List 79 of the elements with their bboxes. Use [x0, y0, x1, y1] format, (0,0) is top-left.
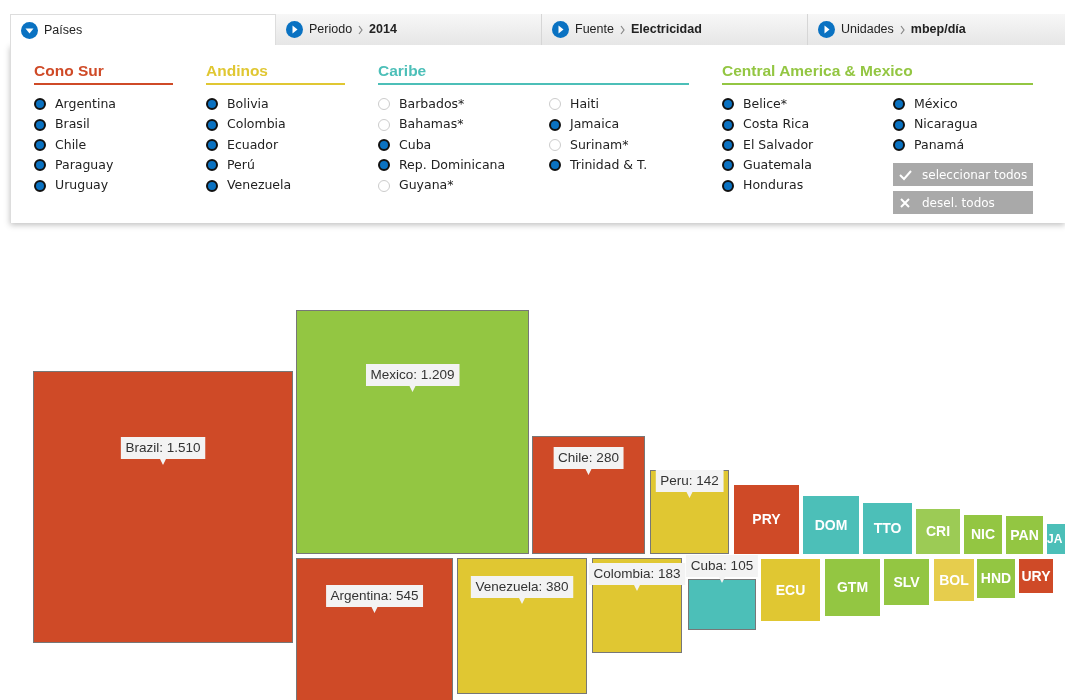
- country-square: NIC: [964, 515, 1002, 554]
- country-square: URY: [1019, 559, 1053, 593]
- country-label[interactable]: Barbados*: [399, 94, 465, 114]
- country-label[interactable]: Paraguay: [55, 156, 114, 175]
- country-label[interactable]: Costa Rica: [743, 115, 810, 134]
- country-square: HND: [977, 559, 1015, 598]
- country-label[interactable]: Chile: [55, 135, 87, 155]
- country-square: SLV: [884, 559, 929, 605]
- country-square: JA: [1047, 524, 1065, 554]
- country-label[interactable]: México: [914, 94, 958, 114]
- radio-button[interactable]: [893, 138, 905, 151]
- radio-button[interactable]: [722, 118, 734, 131]
- filter-tab[interactable]: Fuente Electricidad: [542, 14, 808, 45]
- country-label[interactable]: Bolivia: [227, 94, 269, 114]
- country-square: PAN: [1006, 516, 1043, 554]
- country-square: ECU: [761, 559, 820, 621]
- expanded-icon: [21, 21, 38, 39]
- collapsed-icon: [286, 21, 303, 38]
- country-square: DOM: [803, 496, 859, 554]
- country-square: TTO: [863, 503, 912, 554]
- group-heading: Andinos: [206, 61, 345, 85]
- country-label[interactable]: Brasil: [55, 115, 90, 134]
- filter-tab[interactable]: Periodo 2014: [276, 14, 542, 45]
- country-label[interactable]: Colombia: [227, 115, 286, 134]
- radio-button[interactable]: [34, 159, 46, 172]
- group-heading: Caribe: [378, 61, 689, 85]
- radio-button[interactable]: [34, 118, 46, 131]
- close-icon: [899, 196, 912, 209]
- country-label[interactable]: Uruguay: [55, 176, 109, 196]
- radio-button[interactable]: [34, 98, 46, 111]
- radio-button[interactable]: [206, 159, 218, 172]
- chevron-icon: [619, 24, 625, 35]
- radio-button[interactable]: [722, 138, 734, 151]
- country-label[interactable]: Argentina: [55, 94, 116, 114]
- country-label[interactable]: Guyana*: [399, 176, 454, 196]
- country-label[interactable]: Belice*: [743, 94, 788, 114]
- collapsed-icon: [818, 21, 835, 38]
- check-icon: [899, 168, 912, 181]
- collapsed-icon: [552, 21, 569, 38]
- country-label[interactable]: Nicaragua: [914, 115, 978, 134]
- radio-button[interactable]: [34, 179, 46, 192]
- group-heading: Central America & Mexico: [722, 61, 1033, 85]
- filter-tab[interactable]: Unidades mbep/día: [808, 14, 1065, 45]
- country-label[interactable]: Panamá: [914, 135, 965, 155]
- country-label[interactable]: Rep. Dominicana: [399, 156, 506, 175]
- country-square: PRY: [734, 485, 799, 554]
- radio-button[interactable]: [206, 118, 218, 131]
- radio-button[interactable]: [893, 118, 905, 131]
- radio-button[interactable]: [722, 98, 734, 111]
- filter-tab[interactable]: Países: [10, 14, 276, 45]
- country-label[interactable]: Surinam*: [570, 135, 629, 155]
- country-label[interactable]: Venezuela: [227, 176, 292, 196]
- country-label[interactable]: Guatemala: [743, 156, 812, 175]
- group-heading: Cono Sur: [34, 61, 173, 85]
- radio-button[interactable]: [893, 98, 905, 111]
- country-label[interactable]: Perú: [227, 156, 255, 175]
- radio-button[interactable]: [34, 138, 46, 151]
- country-label[interactable]: Cuba: [399, 135, 432, 155]
- radio-button[interactable]: [722, 159, 734, 172]
- country-label[interactable]: Haiti: [570, 94, 599, 114]
- radio-button[interactable]: [549, 159, 561, 172]
- country-label[interactable]: Ecuador: [227, 135, 279, 155]
- radio-button[interactable]: [378, 159, 390, 172]
- country-label[interactable]: Jamaica: [570, 115, 620, 134]
- country-square: GTM: [825, 559, 880, 616]
- country-label[interactable]: Trinidad & T.: [570, 156, 648, 175]
- country-square: CRI: [916, 509, 960, 554]
- radio-button[interactable]: [549, 118, 561, 131]
- country-square: BOL: [934, 559, 974, 601]
- chevron-icon: [899, 24, 905, 35]
- chevron-icon: [358, 24, 364, 35]
- radio-button[interactable]: [206, 98, 218, 111]
- country-label[interactable]: Bahamas*: [399, 115, 464, 134]
- radio-button[interactable]: [206, 138, 218, 151]
- country-label[interactable]: El Salvador: [743, 135, 814, 155]
- radio-button[interactable]: [206, 179, 218, 192]
- radio-button[interactable]: [722, 179, 734, 192]
- country-label[interactable]: Honduras: [743, 176, 804, 196]
- radio-button[interactable]: [378, 138, 390, 151]
